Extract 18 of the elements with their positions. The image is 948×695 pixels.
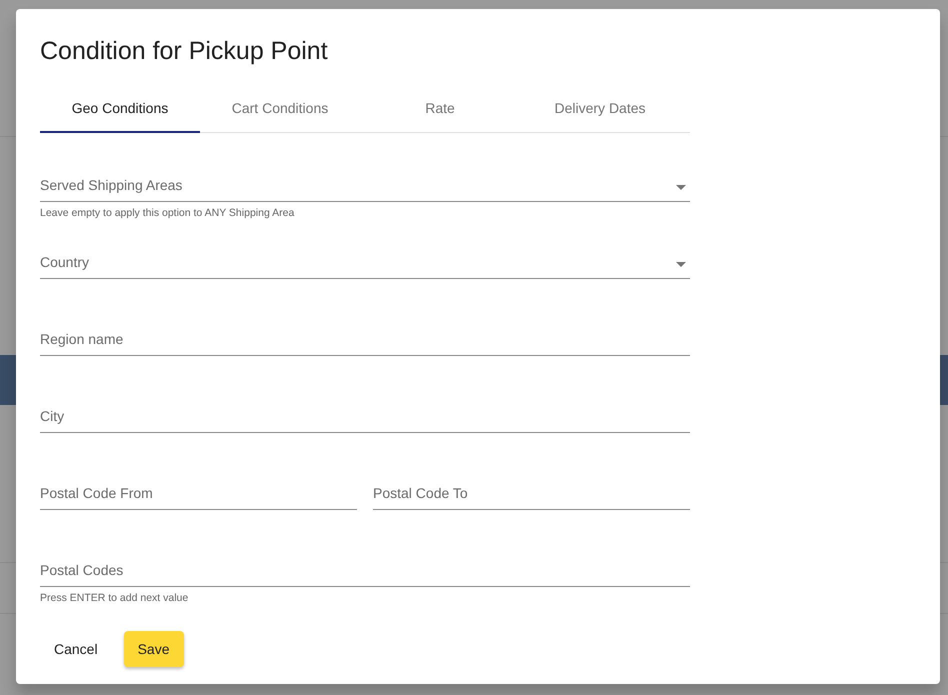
save-button[interactable]: Save [124,631,184,667]
input-field[interactable]: Postal Codes [40,527,690,587]
cancel-button[interactable]: Cancel [40,631,112,667]
tab[interactable]: Rate [360,85,520,133]
dropdown-caret-icon [676,185,686,190]
input-field[interactable]: City [40,373,690,433]
select-field[interactable]: Country [40,219,690,279]
input-field[interactable]: Region name [40,296,690,356]
input-field[interactable]: Postal Code To [373,450,690,510]
tab[interactable]: Geo Conditions [40,85,200,133]
input-field[interactable]: Postal Code From [40,450,357,510]
tab[interactable]: Delivery Dates [520,85,680,133]
dropdown-caret-icon [676,262,686,267]
helper-text: Press ENTER to add next value [40,592,190,604]
helper-text: Leave empty to apply this option to ANY Shipping Area [40,207,296,219]
select-field[interactable]: Served Shipping Areas [40,142,690,202]
tab[interactable]: Cart Conditions [200,85,360,133]
dialog-title: Condition for Pickup Point [40,36,329,67]
